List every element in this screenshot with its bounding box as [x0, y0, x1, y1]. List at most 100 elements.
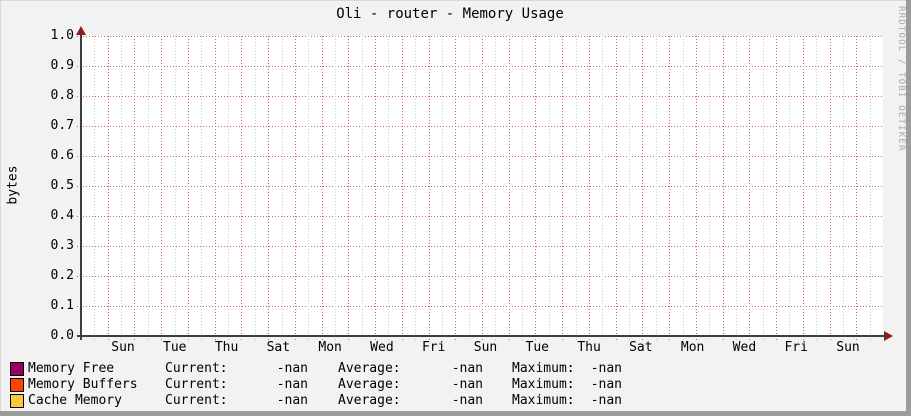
v-gridline	[508, 36, 510, 340]
v-gridline	[615, 36, 617, 340]
legend-current-value: -nan	[276, 393, 308, 408]
y-tick-label: 0.4	[50, 208, 74, 223]
v-gridline	[281, 36, 283, 340]
x-tick-label: Sat	[629, 340, 653, 355]
v-gridline	[254, 36, 256, 340]
x-tick-label: Fri	[421, 340, 446, 355]
y-tick-label: 0.8	[50, 88, 74, 103]
v-gridline	[107, 36, 109, 340]
v-gridline	[495, 36, 497, 340]
graph-title: Oli - router - Memory Usage	[336, 6, 564, 22]
legend-series-label: Memory Buffers	[28, 377, 138, 392]
v-gridline	[228, 36, 230, 340]
x-tick-label: Fri	[784, 340, 808, 355]
v-gridline	[308, 36, 310, 340]
v-gridline	[642, 36, 644, 340]
v-gridline	[575, 36, 577, 340]
legend-average-value: -nan	[451, 361, 483, 376]
y-tick-label: 0.7	[50, 118, 74, 133]
legend-average-value: -nan	[451, 393, 483, 408]
v-gridline	[161, 36, 163, 340]
legend-average-label: Average:	[338, 393, 401, 408]
y-tick-label: 0.1	[50, 298, 74, 313]
v-gridline	[201, 36, 203, 340]
v-gridline	[722, 36, 724, 340]
v-gridline	[588, 36, 590, 340]
v-gridline	[401, 36, 403, 340]
v-gridline	[629, 36, 631, 340]
border-left	[0, 0, 1, 416]
v-gridline	[842, 36, 844, 340]
y-tick-label: 0.2	[50, 268, 74, 283]
y-tick-label: 0.9	[50, 58, 74, 73]
v-gridline	[321, 36, 323, 340]
y-tick-label: 0.6	[50, 148, 74, 163]
v-gridline	[482, 36, 483, 340]
legend-current-label: Current:	[165, 361, 228, 376]
v-gridline	[415, 36, 417, 340]
y-axis-arrow-icon	[76, 26, 86, 35]
v-gridline	[535, 36, 537, 340]
v-gridline	[802, 36, 804, 340]
v-gridline	[174, 36, 176, 340]
v-gridline	[829, 36, 831, 340]
v-gridline	[682, 36, 684, 340]
legend-current-label: Current:	[165, 393, 228, 408]
v-gridline	[375, 36, 377, 340]
legend-maximum-value: -nan	[590, 361, 622, 376]
legend-average-label: Average:	[338, 361, 401, 376]
v-gridline	[816, 36, 818, 340]
x-tick-label: Wed	[370, 340, 394, 355]
x-tick-label: Sat	[266, 340, 291, 355]
v-gridline	[441, 36, 443, 340]
v-gridline	[214, 36, 216, 340]
x-axis-arrow-icon	[884, 331, 893, 341]
x-tick-label: Wed	[732, 340, 757, 355]
border-top	[0, 0, 911, 1]
v-gridline	[562, 36, 564, 340]
v-gridline	[776, 36, 778, 340]
v-gridline	[455, 36, 457, 340]
legend-current-value: -nan	[276, 377, 308, 392]
v-gridline	[134, 36, 136, 340]
legend-series-label: Memory Free	[28, 361, 115, 376]
legend-swatch-cache-memory	[10, 394, 24, 408]
v-gridline	[348, 36, 350, 340]
v-gridline	[187, 36, 189, 340]
y-tick-label: 0.5	[50, 178, 74, 193]
v-gridline	[762, 36, 764, 340]
legend-swatch-memory-free	[10, 362, 24, 376]
legend-row: Memory Buffers Current: -nan Average: -n…	[0, 377, 911, 393]
v-gridline	[869, 36, 871, 340]
border-right	[906, 0, 911, 416]
x-tick-label: Thu	[577, 340, 601, 355]
border-bottom	[0, 411, 911, 416]
legend-swatch-memory-buffers	[10, 378, 24, 392]
v-gridline	[655, 36, 657, 340]
v-gridline	[268, 36, 270, 340]
v-gridline	[361, 36, 363, 340]
v-gridline	[548, 36, 550, 340]
v-gridline	[241, 36, 243, 340]
y-axis-label: bytes	[5, 165, 21, 205]
y-tick-label: 0.0	[50, 328, 74, 343]
v-gridline	[468, 36, 470, 340]
y-axis-line	[80, 30, 82, 340]
x-tick-label: Sun	[111, 340, 135, 355]
v-gridline	[94, 36, 96, 340]
legend-current-label: Current:	[165, 377, 228, 392]
x-tick-label: Mon	[680, 340, 705, 355]
v-gridline	[294, 36, 296, 340]
x-tick-label: Thu	[214, 340, 239, 355]
rrdtool-memory-graph: Oli - router - Memory Usage RRDTOOL / TO…	[0, 0, 911, 416]
v-gridline	[789, 36, 791, 340]
v-gridline	[428, 36, 430, 340]
rrdtool-watermark: RRDTOOL / TOBI OETIKER	[896, 6, 906, 152]
legend-average-value: -nan	[451, 377, 483, 392]
v-gridline	[388, 36, 390, 340]
v-gridline	[735, 36, 737, 340]
x-tick-label: Tue	[163, 340, 187, 355]
y-tick-label: 0.3	[50, 238, 74, 253]
v-gridline	[709, 36, 711, 340]
x-tick-label: Mon	[318, 340, 342, 355]
